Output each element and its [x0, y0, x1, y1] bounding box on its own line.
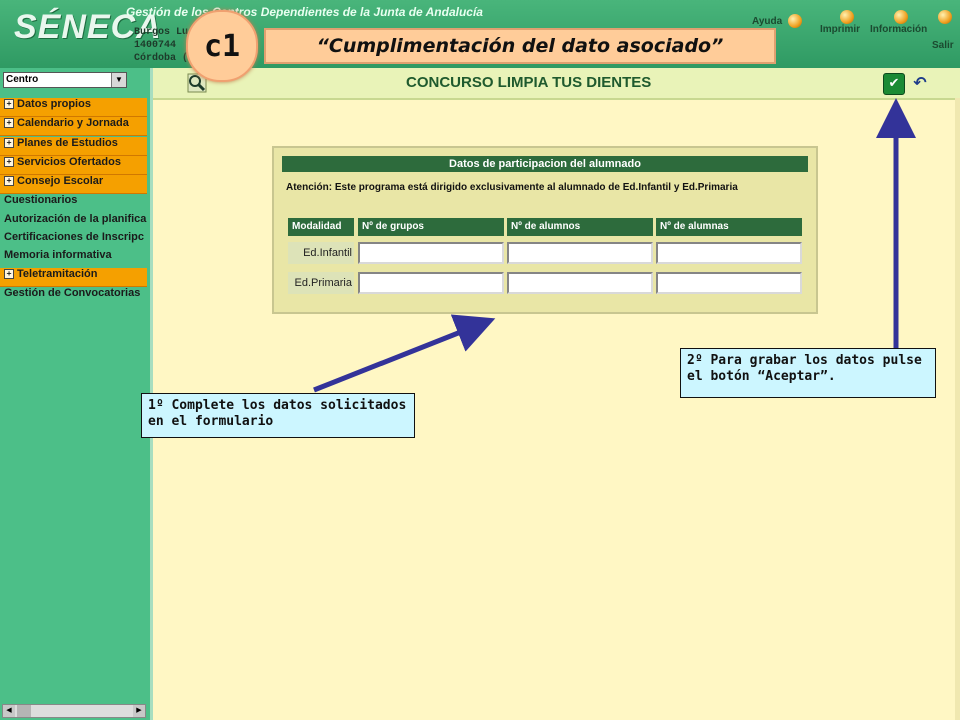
undo-icon: ↶: [913, 73, 927, 92]
sidebar-item-certificaciones[interactable]: Certificaciones de Inscripc: [0, 231, 147, 249]
header-title: Gestión de los Centros Dependientes de l…: [126, 5, 483, 19]
sidebar-item-label: Servicios Ofertados: [17, 155, 121, 168]
right-edge: [955, 98, 960, 720]
help-icon[interactable]: [788, 14, 802, 28]
info-icon[interactable]: [894, 10, 908, 24]
sidebar-item-planes[interactable]: + Planes de Estudios: [0, 136, 147, 156]
center-line-3: Córdoba (C: [134, 53, 195, 64]
sidebar-item-cuestionarios[interactable]: Cuestionarios: [0, 194, 147, 212]
main-toolbar: CONCURSO LIMPIA TUS DIENTES ✔ ↶: [153, 68, 960, 100]
form-note: Atención: Este programa está dirigido ex…: [286, 182, 738, 193]
header-modalidad: Modalidad: [288, 218, 354, 236]
exit-label: Salir: [932, 40, 954, 51]
sidebar-item-consejo[interactable]: + Consejo Escolar: [0, 175, 147, 195]
center-line-2: 1400744: [134, 40, 177, 51]
center-select-value: Centro: [6, 74, 39, 85]
scroll-thumb[interactable]: [17, 705, 31, 717]
back-button[interactable]: ↶: [909, 73, 931, 93]
header-alumnos: Nº de alumnos: [507, 218, 653, 236]
step-badge: c1: [186, 10, 258, 82]
center-info: Burgos Lu 1400744 Córdoba (C: [134, 26, 194, 65]
input-primaria-alumnos[interactable]: [507, 272, 653, 294]
participation-form: Datos de participacion del alumnado Aten…: [272, 146, 818, 314]
expand-icon[interactable]: +: [4, 156, 14, 167]
header-alumnas: Nº de alumnas: [656, 218, 802, 236]
step-title: “Cumplimentación del dato asociado”: [264, 28, 776, 64]
row-label-primaria: Ed.Primaria: [288, 272, 354, 294]
callout-step-1: 1º Complete los datos solicitados en el …: [141, 393, 415, 438]
sidebar-item-label: Cuestionarios: [4, 194, 78, 207]
scroll-left-icon[interactable]: ◀: [3, 705, 15, 717]
info-label: Información: [870, 24, 928, 35]
input-primaria-alumnas[interactable]: [656, 272, 802, 294]
exit-link[interactable]: Salir: [932, 10, 954, 51]
header-grupos: Nº de grupos: [358, 218, 504, 236]
input-infantil-grupos[interactable]: [358, 242, 504, 264]
check-icon: ✔: [888, 76, 900, 91]
sidebar: Centro ▼ + Datos propios + Calendario y Jo…: [0, 68, 153, 720]
sidebar-item-label: Teletramitación: [17, 267, 98, 280]
sidebar-item-datos-propios[interactable]: + Datos propios: [0, 98, 147, 117]
expand-icon[interactable]: +: [4, 268, 14, 279]
expand-icon[interactable]: +: [4, 99, 14, 110]
sidebar-item-label: Datos propios: [17, 98, 91, 110]
expand-icon[interactable]: +: [4, 118, 14, 129]
sidebar-item-calendario[interactable]: + Calendario y Jornada: [0, 117, 147, 137]
print-icon[interactable]: [840, 10, 854, 24]
center-select[interactable]: Centro ▼: [3, 72, 127, 88]
sidebar-item-label: Certificaciones de Inscripc: [4, 231, 144, 244]
sidebar-item-autorizacion[interactable]: Autorización de la planifica: [0, 213, 147, 231]
input-infantil-alumnos[interactable]: [507, 242, 653, 264]
sidebar-menu: + Datos propios + Calendario y Jornada + Pl…: [0, 98, 147, 305]
sidebar-item-label: Gestión de Convocatorias: [4, 286, 141, 299]
print-label: Imprimir: [820, 24, 861, 35]
help-link[interactable]: Ayuda: [752, 14, 802, 28]
scroll-right-icon[interactable]: ▶: [133, 705, 145, 717]
sidebar-item-label: Planes de Estudios: [17, 136, 118, 149]
input-infantil-alumnas[interactable]: [656, 242, 802, 264]
sidebar-scrollbar[interactable]: ◀ ▶: [2, 704, 146, 718]
sidebar-item-teletramitacion[interactable]: + Teletramitación: [0, 267, 147, 287]
print-link[interactable]: Imprimir: [820, 10, 861, 35]
row-label-infantil: Ed.Infantil: [288, 242, 354, 264]
info-link[interactable]: Información: [870, 10, 928, 35]
sidebar-item-convocatorias[interactable]: Gestión de Convocatorias: [0, 287, 147, 305]
center-line-1: Burgos Lu: [134, 27, 189, 38]
exit-icon[interactable]: [938, 10, 952, 24]
sidebar-item-label: Autorización de la planifica: [4, 212, 147, 225]
sidebar-item-memoria[interactable]: Memoria informativa: [0, 249, 147, 267]
sidebar-item-label: Memoria informativa: [4, 249, 112, 262]
chevron-down-icon[interactable]: ▼: [111, 73, 126, 87]
header-links: Ayuda Imprimir Información Salir: [750, 10, 960, 66]
sidebar-item-label: Consejo Escolar: [17, 175, 104, 188]
sidebar-item-label: Calendario y Jornada: [17, 117, 129, 130]
page-title: CONCURSO LIMPIA TUS DIENTES: [406, 74, 652, 91]
form-title: Datos de participacion del alumnado: [282, 156, 808, 172]
expand-icon[interactable]: +: [4, 176, 14, 187]
input-primaria-grupos[interactable]: [358, 272, 504, 294]
help-label: Ayuda: [752, 16, 783, 27]
callout-step-2: 2º Para grabar los datos pulse el botón …: [680, 348, 936, 398]
sidebar-item-servicios[interactable]: + Servicios Ofertados: [0, 155, 147, 175]
arrow-to-form: [313, 314, 496, 393]
expand-icon[interactable]: +: [4, 137, 14, 148]
accept-button[interactable]: ✔: [883, 73, 905, 95]
